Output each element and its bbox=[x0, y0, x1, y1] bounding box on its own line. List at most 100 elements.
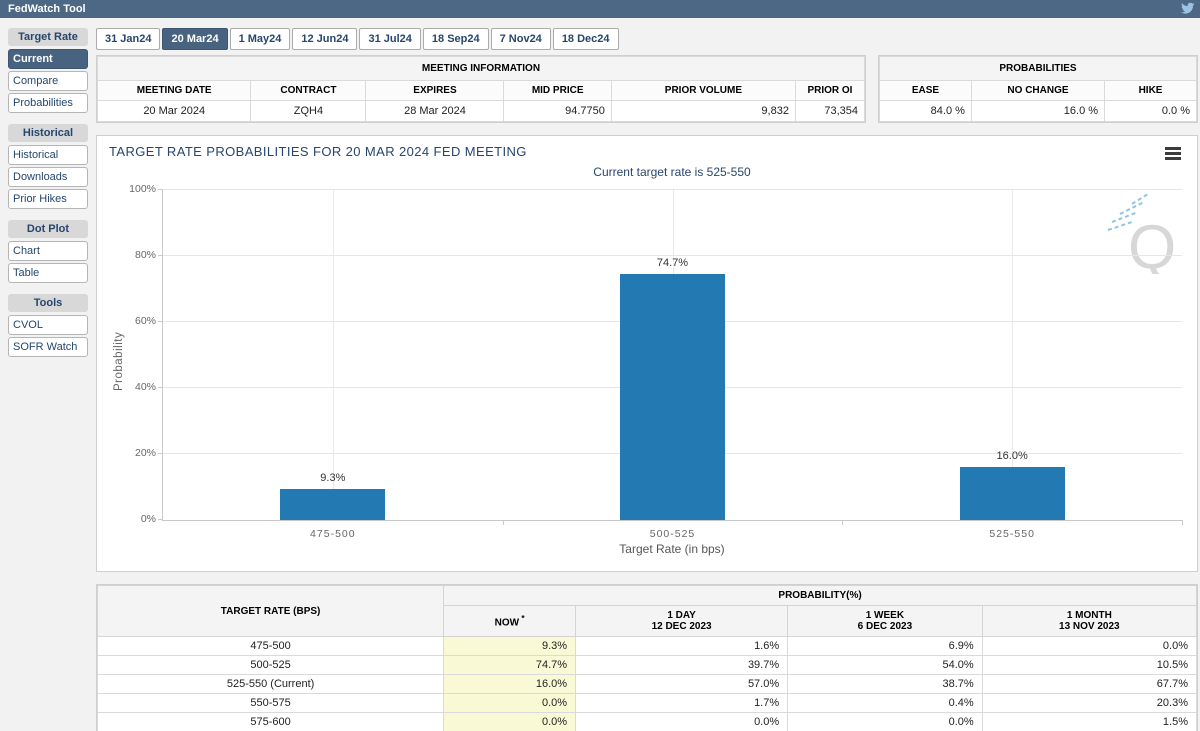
probabilities-summary-panel: PROBABILITIES EASE NO CHANGE HIKE 84.0 % 16.0… bbox=[878, 55, 1198, 123]
target-rate-cell: 525-550 (Current) bbox=[96, 674, 445, 694]
y-tick-label: 0% bbox=[140, 513, 156, 525]
probability-cell: 1.7% bbox=[575, 693, 789, 713]
sidebar-item-probabilities[interactable]: Probabilities bbox=[8, 93, 88, 113]
chart-title: TARGET RATE PROBABILITIES FOR 20 MAR 202… bbox=[109, 144, 527, 159]
sidebar-section-header-dot-plot: Dot Plot bbox=[8, 220, 88, 238]
probabilities-value: 84.0 % bbox=[879, 100, 972, 122]
y-tick-label: 20% bbox=[134, 447, 156, 459]
probability-cell: 0.4% bbox=[787, 693, 983, 713]
x-tick-mark bbox=[502, 520, 504, 525]
tab-12-jun24[interactable]: 12 Jun24 bbox=[292, 28, 358, 50]
probability-history-table: TARGET RATE (BPS) PROBABILITY(%) NOW * 1 DA… bbox=[96, 585, 1198, 731]
twitter-icon[interactable] bbox=[1180, 1, 1200, 17]
x-axis-title: Target Rate (in bps) bbox=[619, 542, 725, 556]
y-tick-mark bbox=[158, 255, 163, 256]
probability-cell: 1.5% bbox=[981, 712, 1198, 731]
probabilities-column-header: NO CHANGE bbox=[970, 80, 1106, 101]
probabilities-summary-table: PROBABILITIES EASE NO CHANGE HIKE 84.0 % 16.0… bbox=[879, 56, 1197, 122]
probability-cell: 39.7% bbox=[575, 655, 789, 675]
sidebar-item-downloads[interactable]: Downloads bbox=[8, 167, 88, 187]
sidebar-item-table[interactable]: Table bbox=[8, 263, 88, 283]
table-row: 475-500 9.3% 1.6% 6.9% 0.0% bbox=[96, 636, 1198, 656]
target-rate-column-header: TARGET RATE (BPS) bbox=[96, 585, 445, 637]
meeting-info-column-header: PRIOR OI bbox=[794, 80, 866, 101]
sidebar-section-header-historical: Historical bbox=[8, 124, 88, 142]
now-probability-cell: 16.0% bbox=[443, 674, 577, 694]
probability-cell: 6.9% bbox=[787, 636, 983, 656]
sidebar-item-compare[interactable]: Compare bbox=[8, 71, 88, 91]
y-tick-mark bbox=[158, 387, 163, 388]
probabilities-column-header: EASE bbox=[879, 80, 972, 101]
sidebar-section: Tools CVOL SOFR Watch bbox=[8, 294, 88, 357]
hamburger-menu-icon[interactable] bbox=[1165, 147, 1181, 162]
meeting-info-value: ZQH4 bbox=[250, 100, 367, 122]
probabilities-value: 16.0 % bbox=[970, 100, 1106, 122]
x-category-label: 500-525 bbox=[649, 528, 696, 540]
meeting-information-panel: MEETING INFORMATION MEETING DATE CONTRACT E… bbox=[96, 55, 866, 123]
meeting-info-value: 9,832 bbox=[610, 100, 796, 122]
target-rate-cell: 550-575 bbox=[96, 693, 445, 713]
meeting-information-table: MEETING INFORMATION MEETING DATE CONTRACT E… bbox=[96, 56, 866, 122]
app-title: FedWatch Tool bbox=[8, 3, 86, 15]
tab-1-may24[interactable]: 1 May24 bbox=[229, 28, 291, 50]
probability-cell: 0.0% bbox=[981, 636, 1198, 656]
meeting-info-column-header: CONTRACT bbox=[250, 80, 367, 101]
app-header-bar: FedWatch Tool bbox=[0, 0, 1200, 18]
y-tick-label: 80% bbox=[134, 249, 156, 261]
probability-cell: 38.7% bbox=[787, 674, 983, 694]
sidebar-item-chart[interactable]: Chart bbox=[8, 241, 88, 261]
meeting-info-title: MEETING INFORMATION bbox=[97, 56, 865, 81]
probabilities-title: PROBABILITIES bbox=[879, 56, 1197, 81]
quikstrike-q-logo: Q bbox=[1107, 193, 1176, 282]
y-axis-title: Probability bbox=[113, 331, 125, 391]
probability-cell: 20.3% bbox=[981, 693, 1198, 713]
probability-cell: 1.6% bbox=[575, 636, 789, 656]
sidebar-item-historical[interactable]: Historical bbox=[8, 145, 88, 165]
probability-history-panel: TARGET RATE (BPS) PROBABILITY(%) NOW * 1 DA… bbox=[96, 584, 1198, 731]
meeting-info-value: 20 Mar 2024 bbox=[96, 100, 252, 122]
sub-column-header-1-week: 1 WEEK 6 DEC 2023 bbox=[787, 605, 983, 637]
sidebar-item-prior-hikes[interactable]: Prior Hikes bbox=[8, 189, 88, 209]
now-probability-cell: 0.0% bbox=[443, 712, 577, 731]
sidebar-item-current[interactable]: Current bbox=[8, 49, 88, 69]
sidebar-section-header-tools: Tools bbox=[8, 294, 88, 312]
sidebar-item-cvol[interactable]: CVOL bbox=[8, 315, 88, 335]
bar-value-label: 74.7% bbox=[656, 256, 689, 269]
sidebar-section: Target Rate Current Compare Probabilities bbox=[8, 28, 88, 113]
tab-18-sep24[interactable]: 18 Sep24 bbox=[422, 28, 489, 50]
bar-value-label: 16.0% bbox=[996, 450, 1028, 463]
sidebar-section: Dot Plot Chart Table bbox=[8, 220, 88, 283]
y-tick-label: 40% bbox=[134, 381, 156, 393]
vertical-gridline bbox=[332, 190, 334, 520]
now-probability-cell: 74.7% bbox=[443, 655, 577, 675]
y-tick-label: 100% bbox=[129, 183, 156, 195]
probabilities-value: 0.0 % bbox=[1104, 100, 1197, 122]
y-tick-mark bbox=[158, 453, 163, 454]
chart-panel: TARGET RATE PROBABILITIES FOR 20 MAR 202… bbox=[96, 135, 1198, 572]
probability-cell: 67.7% bbox=[981, 674, 1198, 694]
y-tick-mark bbox=[158, 189, 163, 190]
meeting-info-column-header: MEETING DATE bbox=[96, 80, 252, 101]
table-row: 500-525 74.7% 39.7% 54.0% 10.5% bbox=[96, 655, 1198, 675]
bar-500-525 bbox=[619, 273, 726, 520]
twitter-bird-glyph bbox=[1181, 2, 1195, 14]
tab-20-mar24[interactable]: 20 Mar24 bbox=[162, 28, 228, 50]
probability-cell: 54.0% bbox=[787, 655, 983, 675]
sidebar-section-header-target-rate: Target Rate bbox=[8, 28, 88, 46]
meeting-info-value: 94.7750 bbox=[503, 100, 612, 122]
x-category-label: 525-550 bbox=[989, 528, 1035, 540]
table-row: 575-600 0.0% 0.0% 0.0% 1.5% bbox=[96, 712, 1198, 731]
target-rate-cell: 475-500 bbox=[96, 636, 445, 656]
tab-31-jan24[interactable]: 31 Jan24 bbox=[96, 28, 161, 50]
tab-18-dec24[interactable]: 18 Dec24 bbox=[552, 28, 619, 50]
sidebar-item-sofr-watch[interactable]: SOFR Watch bbox=[8, 337, 88, 357]
y-tick-mark bbox=[158, 321, 163, 322]
probability-cell: 0.0% bbox=[575, 712, 789, 731]
probability-group-header: PROBABILITY(%) bbox=[443, 585, 1197, 606]
now-probability-cell: 9.3% bbox=[443, 636, 577, 656]
x-tick-mark bbox=[842, 520, 844, 525]
table-row: 525-550 (Current) 16.0% 57.0% 38.7% 67.7% bbox=[96, 674, 1198, 694]
tab-31-jul24[interactable]: 31 Jul24 bbox=[359, 28, 421, 50]
tab-7-nov24[interactable]: 7 Nov24 bbox=[490, 28, 551, 50]
now-probability-cell: 0.0% bbox=[443, 693, 577, 713]
